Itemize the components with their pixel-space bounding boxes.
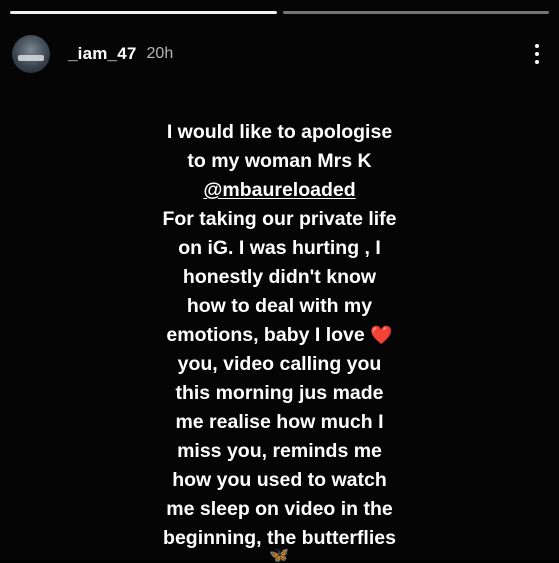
progress-fill-1 bbox=[10, 11, 277, 14]
caption-line: I would like to apologise bbox=[166, 121, 393, 143]
butterfly-icon: 🦋 bbox=[269, 549, 289, 563]
caption-line-with-heart: emotions, baby I love ❤️ bbox=[0, 321, 559, 350]
story-caption: I would like to apologise to my woman Mr… bbox=[0, 118, 559, 553]
caption-line: me realise how much I bbox=[175, 411, 384, 433]
story-viewer[interactable]: _iam_47 20h I would like to apologise to… bbox=[0, 0, 559, 563]
story-header: _iam_47 20h bbox=[12, 34, 547, 74]
caption-line: miss you, reminds me bbox=[177, 440, 382, 462]
caption-line-text: emotions, baby I love bbox=[166, 324, 365, 346]
caption-line: honestly didn't know bbox=[182, 266, 377, 288]
caption-line: on iG. I was hurting , I bbox=[178, 237, 381, 259]
heart-icon: ❤️ bbox=[370, 325, 393, 345]
caption-line: For taking our private life bbox=[162, 208, 397, 230]
caption-line: this morning jus made bbox=[175, 382, 384, 404]
menu-dot bbox=[535, 60, 539, 64]
avatar[interactable] bbox=[12, 35, 50, 73]
post-time: 20h bbox=[146, 45, 174, 62]
menu-dot bbox=[535, 52, 539, 56]
story-progress-bar bbox=[10, 11, 549, 14]
more-vertical-icon[interactable] bbox=[527, 40, 547, 68]
caption-line: to my woman Mrs K bbox=[187, 150, 372, 172]
caption-line: how to deal with my bbox=[186, 295, 373, 317]
caption-line: me sleep on video in the bbox=[166, 498, 393, 520]
progress-segment-2 bbox=[282, 11, 549, 14]
progress-segment-1 bbox=[10, 11, 277, 14]
username[interactable]: _iam_47 bbox=[68, 44, 137, 64]
menu-dot bbox=[535, 44, 539, 48]
mention-link[interactable]: @mbaureloaded bbox=[0, 176, 559, 205]
caption-line: you, video calling you bbox=[177, 353, 382, 375]
caption-line: how you used to watch bbox=[172, 469, 387, 491]
